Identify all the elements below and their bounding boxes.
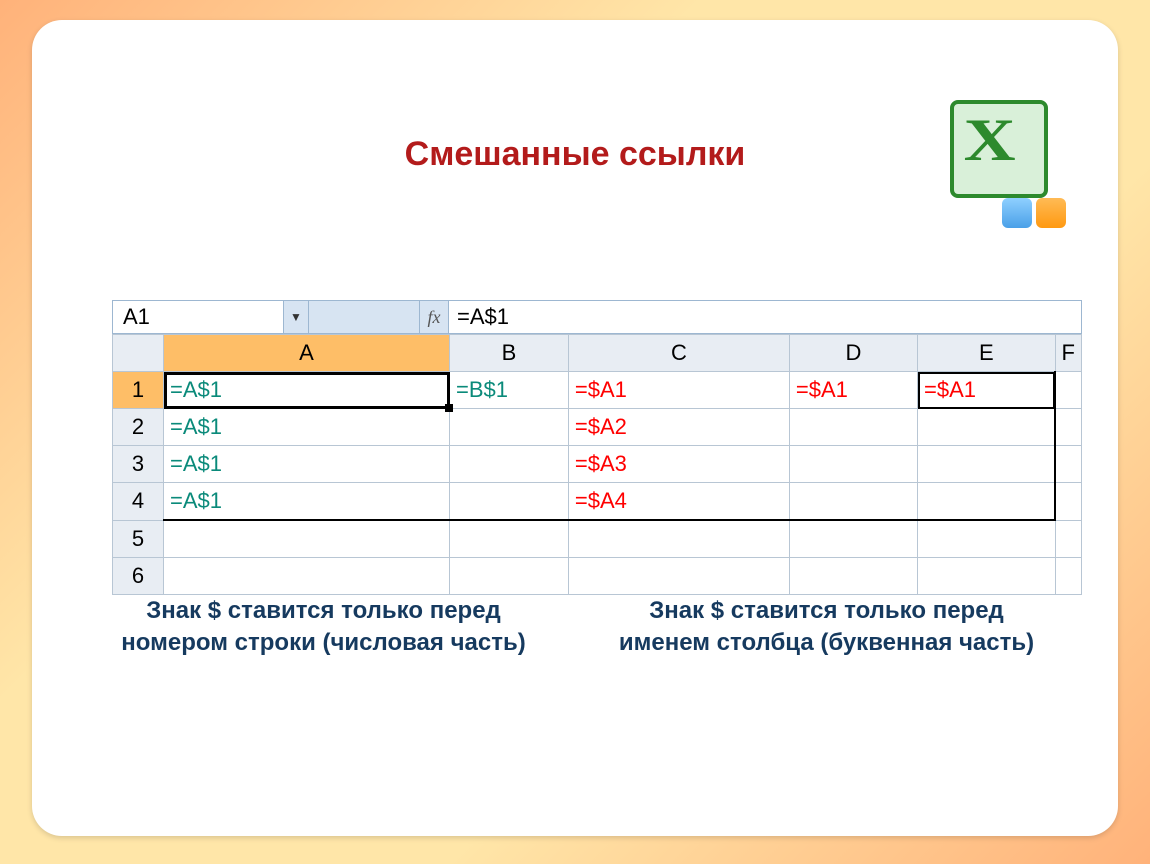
row-3: 3 =A$1 =$A3 xyxy=(113,446,1082,483)
cell-B5[interactable] xyxy=(450,520,569,558)
row-header-3[interactable]: 3 xyxy=(113,446,164,483)
row-6: 6 xyxy=(113,558,1082,595)
row-header-5[interactable]: 5 xyxy=(113,520,164,558)
cell-C4[interactable]: =$A4 xyxy=(568,483,789,521)
row-2: 2 =A$1 =$A2 xyxy=(113,409,1082,446)
formula-bar: A1 ▼ fx =A$1 xyxy=(112,300,1082,334)
row-4: 4 =A$1 =$A4 xyxy=(113,483,1082,521)
cell-D6[interactable] xyxy=(789,558,917,595)
cell-B1[interactable]: =B$1 xyxy=(450,372,569,409)
cell-A1[interactable]: =A$1 xyxy=(164,372,450,409)
cell-F3[interactable] xyxy=(1055,446,1081,483)
name-box[interactable]: A1 xyxy=(113,301,284,333)
cell-E5[interactable] xyxy=(918,520,1056,558)
cell-F2[interactable] xyxy=(1055,409,1081,446)
cell-F6[interactable] xyxy=(1055,558,1081,595)
cell-C6[interactable] xyxy=(568,558,789,595)
excel-icon: X xyxy=(950,100,1060,210)
spreadsheet-grid: A B C D E F 1 =A$1 =B$1 =$A1 =$A1 =$A1 2… xyxy=(112,334,1082,595)
cell-C1[interactable]: =$A1 xyxy=(568,372,789,409)
cell-D3[interactable] xyxy=(789,446,917,483)
cell-E1[interactable]: =$A1 xyxy=(918,372,1056,409)
select-all-corner[interactable] xyxy=(113,335,164,372)
cell-F5[interactable] xyxy=(1055,520,1081,558)
row-header-1[interactable]: 1 xyxy=(113,372,164,409)
cell-A4[interactable]: =A$1 xyxy=(164,483,450,521)
fill-handle[interactable] xyxy=(445,404,453,412)
spreadsheet-area: A1 ▼ fx =A$1 A B C D E F 1 =A$1 =B$1 =$A… xyxy=(112,300,1082,595)
row-header-4[interactable]: 4 xyxy=(113,483,164,521)
cell-F4[interactable] xyxy=(1055,483,1081,521)
col-header-B[interactable]: B xyxy=(450,335,569,372)
cell-B4[interactable] xyxy=(450,483,569,521)
cell-C5[interactable] xyxy=(568,520,789,558)
row-header-2[interactable]: 2 xyxy=(113,409,164,446)
cell-F1[interactable] xyxy=(1055,372,1081,409)
cell-A5[interactable] xyxy=(164,520,450,558)
row-5: 5 xyxy=(113,520,1082,558)
cell-D5[interactable] xyxy=(789,520,917,558)
col-header-E[interactable]: E xyxy=(918,335,1056,372)
cell-D4[interactable] xyxy=(789,483,917,521)
cell-A6[interactable] xyxy=(164,558,450,595)
cell-C3[interactable]: =$A3 xyxy=(568,446,789,483)
cell-A2[interactable]: =A$1 xyxy=(164,409,450,446)
cell-E2[interactable] xyxy=(918,409,1056,446)
cell-A3[interactable]: =A$1 xyxy=(164,446,450,483)
cell-C2[interactable]: =$A2 xyxy=(568,409,789,446)
cell-E3[interactable] xyxy=(918,446,1056,483)
cell-E6[interactable] xyxy=(918,558,1056,595)
col-header-F[interactable]: F xyxy=(1055,335,1081,372)
col-header-C[interactable]: C xyxy=(568,335,789,372)
cell-D2[interactable] xyxy=(789,409,917,446)
col-header-A[interactable]: A xyxy=(164,335,450,372)
col-header-D[interactable]: D xyxy=(789,335,917,372)
cell-E4[interactable] xyxy=(918,483,1056,521)
row-1: 1 =A$1 =B$1 =$A1 =$A1 =$A1 xyxy=(113,372,1082,409)
cell-B3[interactable] xyxy=(450,446,569,483)
cell-B6[interactable] xyxy=(450,558,569,595)
slide-card: Смешанные ссылки X A1 ▼ fx =A$1 A B C D … xyxy=(32,20,1118,836)
captions-row: Знак $ ставится только перед номером стр… xyxy=(112,595,1038,660)
fx-icon[interactable]: fx xyxy=(420,301,449,333)
column-header-row: A B C D E F xyxy=(113,335,1082,372)
caption-right: Знак $ ставится только перед именем стол… xyxy=(615,595,1038,660)
name-box-dropdown-icon[interactable]: ▼ xyxy=(284,301,309,333)
cell-B2[interactable] xyxy=(450,409,569,446)
cell-D1[interactable]: =$A1 xyxy=(789,372,917,409)
formula-input[interactable]: =A$1 xyxy=(449,301,1081,333)
caption-left: Знак $ ставится только перед номером стр… xyxy=(112,595,535,660)
row-header-6[interactable]: 6 xyxy=(113,558,164,595)
